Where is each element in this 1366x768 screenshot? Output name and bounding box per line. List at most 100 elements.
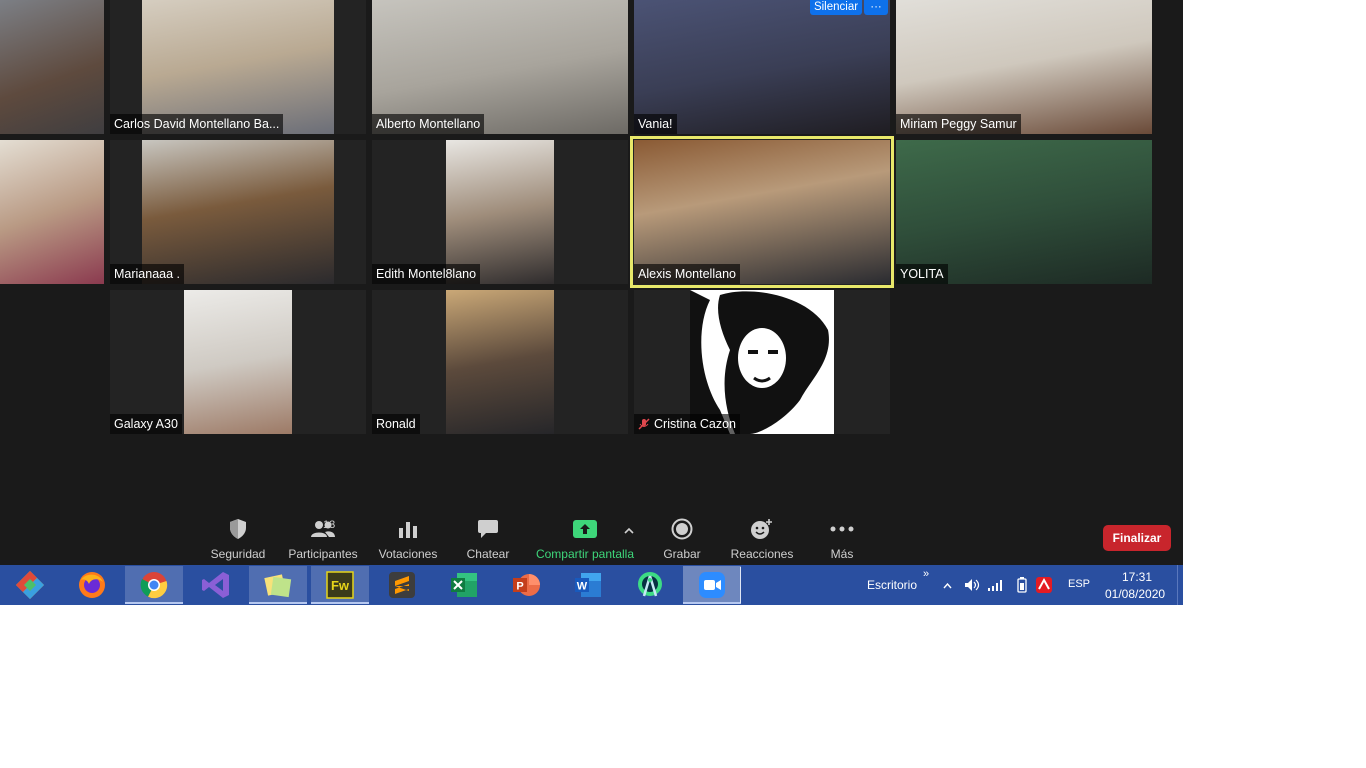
more-dots-icon [830, 526, 854, 532]
network-icon[interactable] [988, 579, 1004, 591]
security-button[interactable]: Seguridad [205, 517, 271, 561]
share-options-chevron[interactable] [624, 521, 634, 539]
record-icon [671, 518, 693, 540]
participant-video [896, 140, 1152, 284]
taskbar-app-word[interactable]: W [559, 566, 617, 604]
sticky-notes-icon [264, 574, 292, 598]
bar-chart-icon [399, 522, 417, 538]
video-tile[interactable]: YOLITA [896, 140, 1152, 284]
participant-name: Edith Montel8lano [372, 264, 481, 284]
chat-label: Chatear [466, 547, 510, 561]
participant-video [184, 290, 292, 434]
smiley-add-icon [751, 519, 772, 539]
powerpoint-icon: P [513, 574, 540, 596]
participants-button[interactable]: 13 Participantes [287, 517, 359, 561]
windows-taskbar: Fw P W Escritorio » ESP 17:31 01/08/2020 [0, 565, 1183, 605]
video-tile[interactable]: Silenciar ··· Vania! [634, 0, 890, 134]
input-language[interactable]: ESP [1068, 578, 1090, 590]
colorful-app-icon [16, 571, 44, 599]
svg-text:P: P [516, 581, 523, 593]
shield-icon [230, 519, 246, 539]
participant-name-muted: Cristina Cazon [634, 414, 740, 434]
participant-name: Ronald [372, 414, 420, 434]
video-tile[interactable]: Miriam Peggy Samur [896, 0, 1152, 134]
video-tile[interactable] [0, 0, 104, 134]
video-tile[interactable]: Ronald [372, 290, 628, 434]
clock-time[interactable]: 17:31 [1122, 570, 1152, 584]
share-screen-label: Compartir pantalla [535, 547, 635, 561]
taskbar-app-chrome[interactable] [125, 566, 183, 604]
sublime-text-icon [389, 572, 415, 598]
clock-date[interactable]: 01/08/2020 [1105, 587, 1165, 601]
polls-label: Votaciones [378, 547, 438, 561]
chrome-icon [140, 572, 168, 599]
taskbar-app-sticky-notes[interactable] [249, 566, 307, 604]
participant-name: Cristina Cazon [654, 417, 736, 431]
participant-name: YOLITA [896, 264, 948, 284]
share-screen-icon [573, 520, 597, 538]
participant-video [0, 140, 104, 284]
meeting-toolbar: Seguridad 13 Participantes Votaciones Ch… [0, 505, 1183, 565]
video-tile[interactable]: Cristina Cazon [634, 290, 890, 434]
more-button[interactable]: Más [822, 517, 862, 561]
reactions-button[interactable]: Reacciones [729, 517, 795, 561]
participant-video [142, 140, 334, 284]
chat-button[interactable]: Chatear [462, 517, 514, 561]
taskbar-app-fireworks[interactable]: Fw [311, 566, 369, 604]
taskbar-app-android-studio[interactable] [621, 566, 679, 604]
taskbar-app-visual-studio[interactable] [187, 566, 245, 604]
taskbar-app-excel[interactable] [435, 566, 493, 604]
participant-video [446, 290, 554, 434]
participant-name: Galaxy A30 [110, 414, 182, 434]
participant-name: Alexis Montellano [634, 264, 740, 284]
show-desktop-button[interactable] [1177, 565, 1184, 605]
android-studio-icon [638, 572, 662, 597]
security-label: Seguridad [210, 547, 266, 561]
video-tile[interactable]: Galaxy A30 [110, 290, 366, 434]
participant-video [0, 0, 104, 134]
participant-name: Marianaaa . [110, 264, 185, 284]
show-hidden-icons-icon[interactable] [943, 583, 952, 589]
end-meeting-button[interactable]: Finalizar [1103, 525, 1171, 551]
participant-video [634, 140, 890, 284]
battery-icon[interactable] [1017, 577, 1027, 593]
taskbar-app-zoom[interactable] [683, 566, 741, 604]
participant-name: Miriam Peggy Samur [896, 114, 1021, 134]
taskbar-app-sublime-text[interactable] [373, 566, 431, 604]
visual-studio-icon [202, 572, 229, 598]
chevron-expand-icon[interactable]: » [923, 568, 929, 580]
video-tile[interactable]: Edith Montel8lano [372, 140, 628, 284]
video-tile[interactable]: Marianaaa . [110, 140, 366, 284]
taskbar-divider [740, 567, 741, 603]
more-options-button[interactable]: ··· [864, 0, 888, 15]
participants-label: Participantes [288, 547, 358, 561]
participant-photo [690, 290, 834, 434]
video-tile[interactable]: Alberto Montellano [372, 0, 628, 134]
volume-icon[interactable] [964, 578, 980, 592]
portrait-silhouette [690, 290, 829, 434]
participant-video [446, 140, 554, 284]
taskbar-app-powerpoint[interactable]: P [497, 566, 555, 604]
video-tile[interactable]: Carlos David Montellano Ba... [110, 0, 366, 134]
polls-button[interactable]: Votaciones [376, 517, 440, 561]
taskbar-app-colorful[interactable] [1, 566, 59, 604]
participant-name: Carlos David Montellano Ba... [110, 114, 284, 134]
video-tile-active-speaker[interactable]: Alexis Montellano [630, 136, 894, 288]
more-label: Más [830, 547, 854, 561]
mute-participant-button[interactable]: Silenciar [810, 0, 862, 15]
excel-icon [451, 573, 477, 597]
svg-text:Fw: Fw [331, 578, 350, 593]
desktop-toolbar-label[interactable]: Escritorio [867, 578, 917, 592]
zoom-meeting-window: Carlos David Montellano Ba... Alberto Mo… [0, 0, 1183, 565]
participant-name: Alberto Montellano [372, 114, 485, 134]
video-tile[interactable] [0, 140, 104, 284]
record-button[interactable]: Grabar [658, 517, 706, 561]
share-screen-button[interactable]: Compartir pantalla [533, 517, 637, 561]
chevron-up-icon [624, 527, 634, 534]
reactions-label: Reacciones [730, 547, 794, 561]
svg-text:W: W [577, 581, 588, 593]
record-label: Grabar [663, 547, 701, 561]
taskbar-app-firefox[interactable] [63, 566, 121, 604]
antivirus-icon[interactable] [1035, 576, 1053, 594]
chat-icon [478, 520, 498, 538]
